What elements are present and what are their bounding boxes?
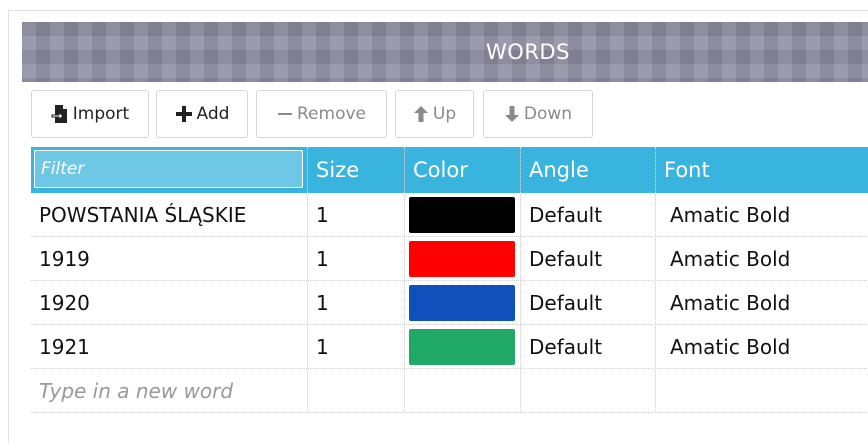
panel-title: WORDS <box>486 40 570 64</box>
font-cell[interactable]: Amatic Bold ▼ <box>656 237 868 280</box>
word-cell[interactable]: 1919 <box>31 237 308 280</box>
down-button[interactable]: Down <box>483 90 593 138</box>
arrow-down-icon <box>504 105 520 123</box>
empty-cell <box>656 369 868 412</box>
color-cell[interactable] <box>405 237 521 280</box>
angle-cell[interactable]: Default <box>521 281 656 324</box>
font-value: Amatic Bold <box>670 246 791 271</box>
new-word-cell[interactable] <box>31 369 308 412</box>
plus-icon <box>175 105 193 123</box>
column-header-size[interactable]: Size <box>308 147 405 193</box>
arrow-up-icon <box>413 105 429 123</box>
font-value: Amatic Bold <box>670 202 791 227</box>
add-label: Add <box>196 104 230 124</box>
remove-button[interactable]: Remove <box>256 90 387 138</box>
angle-cell[interactable]: Default <box>521 325 656 368</box>
table-row[interactable]: 1920 1 Default Amatic Bold ▼ <box>31 281 868 325</box>
filter-input[interactable] <box>34 150 303 188</box>
table-row[interactable]: 1921 1 Default Amatic Bold ▼ <box>31 325 868 369</box>
up-button[interactable]: Up <box>395 90 474 138</box>
size-cell[interactable]: 1 <box>308 193 405 236</box>
size-cell[interactable]: 1 <box>308 281 405 324</box>
empty-cell <box>308 369 405 412</box>
font-cell[interactable]: Amatic Bold ▼ <box>656 325 868 368</box>
font-value: Amatic Bold <box>670 334 791 359</box>
size-cell[interactable]: 1 <box>308 237 405 280</box>
import-label: Import <box>72 104 130 124</box>
column-header-font[interactable]: Font <box>656 147 868 193</box>
color-swatch[interactable] <box>409 240 515 277</box>
font-value: Amatic Bold <box>670 290 791 315</box>
import-icon <box>51 104 69 124</box>
color-swatch[interactable] <box>409 284 515 321</box>
down-label: Down <box>523 104 573 124</box>
table-row[interactable]: POWSTANIA ŚLĄSKIE 1 Default Amatic Bold … <box>31 193 868 237</box>
new-word-row <box>31 369 868 413</box>
grid-header: Size Color Angle Font <box>31 147 868 193</box>
remove-label: Remove <box>297 104 366 124</box>
size-cell[interactable]: 1 <box>308 325 405 368</box>
add-button[interactable]: Add <box>156 90 248 138</box>
font-cell[interactable]: Amatic Bold ▼ <box>656 193 868 236</box>
column-header-angle[interactable]: Angle <box>521 147 656 193</box>
empty-cell <box>521 369 656 412</box>
import-button[interactable]: Import <box>31 90 149 138</box>
color-swatch[interactable] <box>409 328 515 365</box>
words-grid: Size Color Angle Font POWSTANIA ŚLĄSKIE … <box>31 147 868 413</box>
color-cell[interactable] <box>405 325 521 368</box>
word-cell[interactable]: POWSTANIA ŚLĄSKIE <box>31 193 308 236</box>
color-cell[interactable] <box>405 281 521 324</box>
color-cell[interactable] <box>405 193 521 236</box>
word-cell[interactable]: 1920 <box>31 281 308 324</box>
angle-cell[interactable]: Default <box>521 237 656 280</box>
table-row[interactable]: 1919 1 Default Amatic Bold ▼ <box>31 237 868 281</box>
filter-cell <box>31 147 308 193</box>
font-cell[interactable]: Amatic Bold ▼ <box>656 281 868 324</box>
minus-icon <box>277 106 293 122</box>
word-cell[interactable]: 1921 <box>31 325 308 368</box>
color-swatch[interactable] <box>409 196 515 233</box>
panel-header: WORDS <box>22 22 868 82</box>
empty-cell <box>405 369 521 412</box>
new-word-input[interactable] <box>39 378 307 403</box>
angle-cell[interactable]: Default <box>521 193 656 236</box>
column-header-color[interactable]: Color <box>405 147 521 193</box>
words-panel: WORDS Import Add Remove Up Down Filter S… <box>22 22 868 422</box>
up-label: Up <box>432 104 457 124</box>
